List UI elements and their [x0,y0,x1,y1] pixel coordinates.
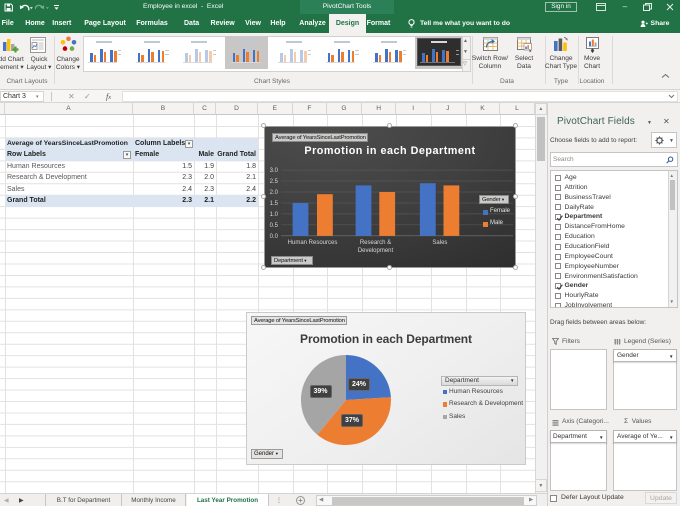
svg-text:Research &: Research & [360,240,391,246]
svg-text:2.5: 2.5 [270,179,279,185]
svg-text:Sales: Sales [432,240,447,246]
svg-text:1.0: 1.0 [270,212,279,218]
svg-text:0.0: 0.0 [270,234,279,240]
svg-text:2.0: 2.0 [270,190,279,196]
svg-text:Development: Development [358,248,394,254]
svg-text:1.5: 1.5 [270,201,279,207]
svg-text:Human Resources: Human Resources [288,240,338,246]
svg-text:0.5: 0.5 [270,223,279,229]
svg-text:3.0: 3.0 [270,168,279,174]
